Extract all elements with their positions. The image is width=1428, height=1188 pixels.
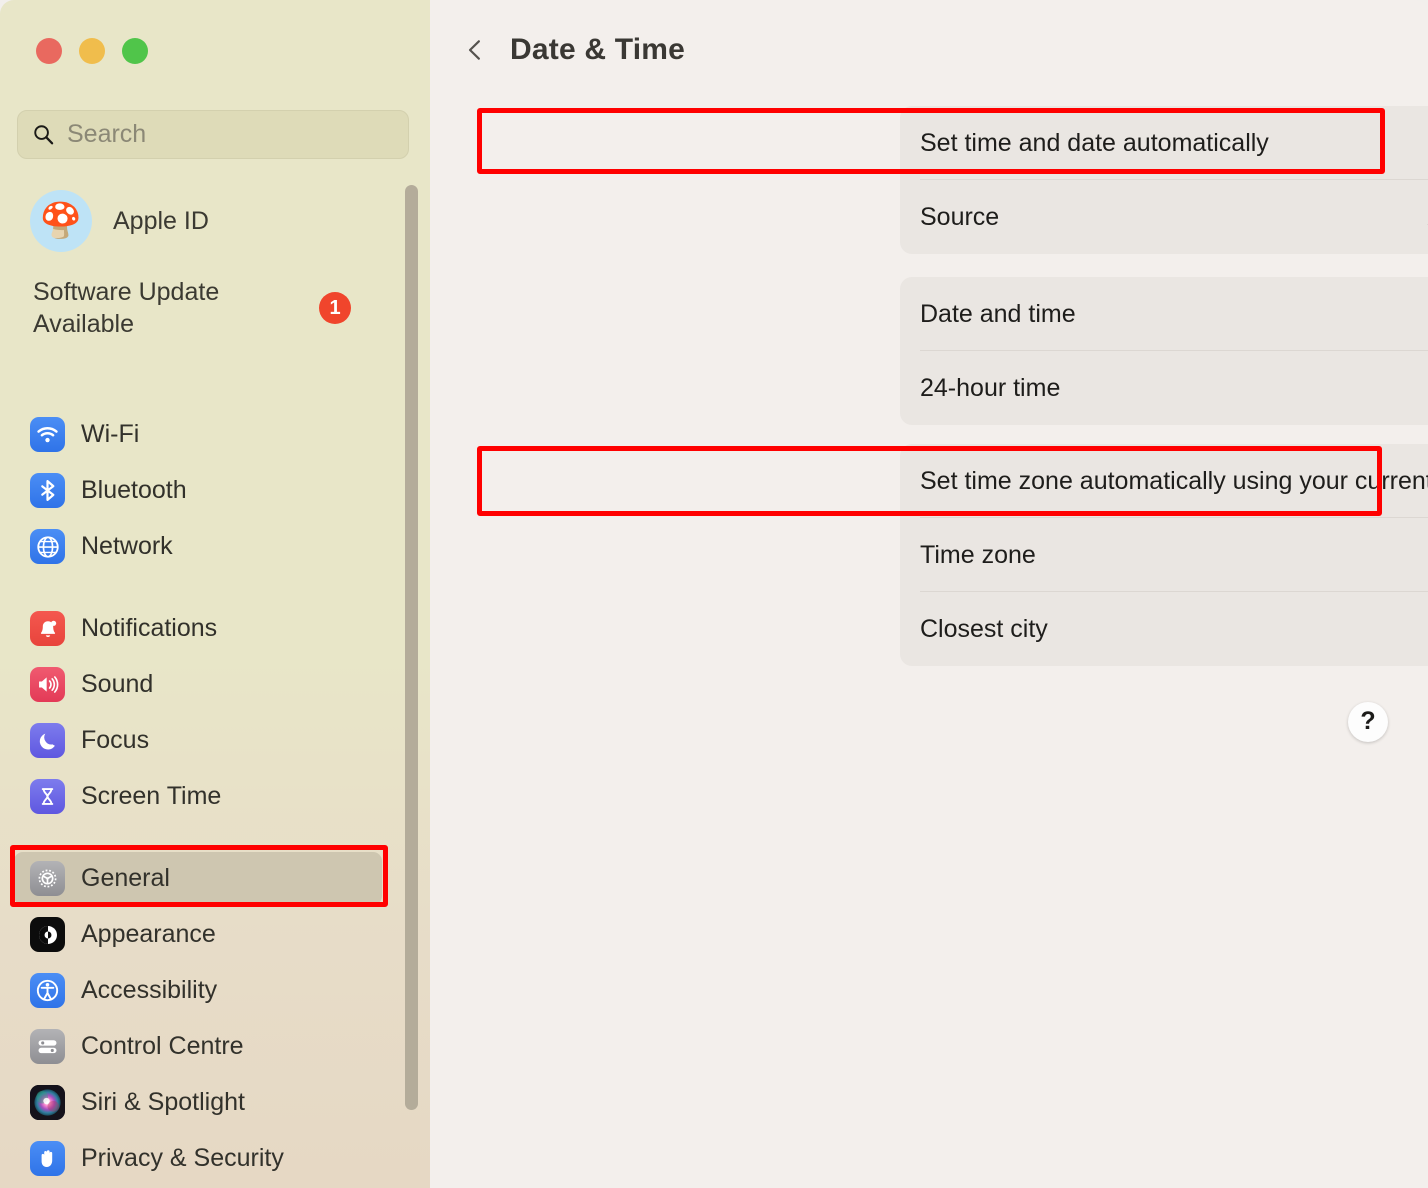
bell-icon — [30, 611, 65, 646]
search-icon — [34, 125, 54, 145]
sidebar-item-screen-time[interactable]: Screen Time — [14, 770, 382, 823]
speaker-icon — [30, 667, 65, 702]
settings-group-date-and-time: Date and time 29/05/23, 1:27:01 AM 24-ho… — [900, 277, 1428, 425]
row-set-time-zone-automatically[interactable]: Set time zone automatically using your c… — [900, 444, 1428, 518]
sidebar-item-label: Wi-Fi — [81, 420, 140, 448]
apple-id-label: Apple ID — [113, 206, 209, 235]
sidebar-item-general[interactable]: General — [14, 852, 382, 905]
sidebar-item-label: General — [81, 864, 170, 892]
sidebar-item-label: Siri & Spotlight — [81, 1088, 245, 1116]
search-field[interactable] — [17, 110, 409, 159]
moon-icon — [30, 723, 65, 758]
sidebar-item-label: Screen Time — [81, 782, 222, 810]
row-label: Closest city — [920, 614, 1048, 643]
siri-icon — [30, 1085, 65, 1120]
bluetooth-icon — [30, 473, 65, 508]
avatar: 🍄 — [30, 190, 92, 252]
row-closest-city[interactable]: Closest city New Delhi - India — [900, 592, 1428, 666]
sidebar-scroll-area: 🍄 Apple ID Software Update Available 1 W… — [0, 176, 430, 1188]
row-label: Time zone — [920, 540, 1036, 569]
row-set-time-and-date-automatically[interactable]: Set time and date automatically — [900, 106, 1428, 180]
status-badge: 1 — [319, 292, 351, 324]
sidebar-item-control-centre[interactable]: Control Centre — [14, 1020, 382, 1073]
sidebar: 🍄 Apple ID Software Update Available 1 — [0, 0, 430, 1188]
settings-group-automatic-time: Set time and date automatically Source A… — [900, 106, 1428, 254]
sidebar-item-label: Network — [81, 532, 173, 560]
row-label: Date and time — [920, 299, 1076, 328]
sidebar-item-label: Focus — [81, 726, 150, 754]
sidebar-item-focus[interactable]: Focus — [14, 714, 382, 767]
sidebar-item-accessibility[interactable]: Accessibility — [14, 964, 382, 1017]
network-globe-icon — [30, 529, 65, 564]
appearance-icon — [30, 917, 65, 952]
wifi-icon — [30, 417, 65, 452]
search-input[interactable] — [67, 120, 394, 149]
row-label: 24-hour time — [920, 373, 1061, 402]
chevron-left-icon — [468, 40, 480, 60]
sidebar-item-label: Notifications — [81, 614, 218, 642]
row-source[interactable]: Source Apple (time.apple.com.) Set... — [900, 180, 1428, 254]
sidebar-item-label: Bluetooth — [81, 476, 187, 504]
minimize-window-button[interactable] — [79, 38, 105, 64]
sidebar-item-label: Accessibility — [81, 976, 218, 1004]
sidebar-item-label: Appearance — [81, 920, 216, 948]
row-24-hour-time[interactable]: 24-hour time — [900, 351, 1428, 425]
settings-group-time-zone: Set time zone automatically using your c… — [900, 444, 1428, 666]
sidebar-item-wi-fi[interactable]: Wi-Fi — [14, 408, 382, 461]
panel-header: Date & Time — [462, 30, 685, 70]
sidebar-item-apple-id[interactable]: 🍄 Apple ID — [30, 190, 209, 252]
sidebar-item-label: Sound — [81, 670, 154, 698]
accessibility-icon — [30, 973, 65, 1008]
sidebar-item-software-update[interactable]: Software Update Available 1 — [33, 276, 373, 340]
sidebar-item-notifications[interactable]: Notifications — [14, 602, 382, 655]
hand-shield-icon — [30, 1141, 65, 1176]
sidebar-item-siri-and-spotlight[interactable]: Siri & Spotlight — [14, 1076, 382, 1129]
sidebar-scrollbar[interactable] — [405, 185, 418, 1110]
hourglass-icon — [30, 779, 65, 814]
sidebar-item-bluetooth[interactable]: Bluetooth — [14, 464, 382, 517]
sidebar-item-network[interactable]: Network — [14, 520, 382, 573]
main-content-panel: Date & Time Set time and date automatica… — [430, 0, 1428, 1188]
sidebar-item-appearance[interactable]: Appearance — [14, 908, 382, 961]
row-time-zone[interactable]: Time zone India Standard Time — [900, 518, 1428, 592]
close-window-button[interactable] — [36, 38, 62, 64]
software-update-label: Software Update Available — [33, 278, 220, 338]
row-label: Source — [920, 202, 1000, 231]
help-button[interactable]: ? — [1348, 702, 1388, 742]
sidebar-item-label: Privacy & Security — [81, 1144, 284, 1172]
sidebar-item-sound[interactable]: Sound — [14, 658, 382, 711]
sidebar-scrollbar-thumb[interactable] — [405, 185, 418, 1110]
row-label: Set time and date automatically — [920, 128, 1269, 157]
row-date-and-time[interactable]: Date and time 29/05/23, 1:27:01 AM — [900, 277, 1428, 351]
row-label: Set time zone automatically using your c… — [920, 466, 1428, 495]
sidebar-item-label: Control Centre — [81, 1032, 244, 1060]
page-title: Date & Time — [510, 33, 686, 66]
traffic-lights — [36, 38, 148, 64]
sidebar-item-privacy-and-security[interactable]: Privacy & Security — [14, 1132, 382, 1185]
gear-icon — [30, 861, 65, 896]
back-button[interactable] — [462, 30, 488, 70]
maximize-window-button[interactable] — [122, 38, 148, 64]
control-centre-icon — [30, 1029, 65, 1064]
system-settings-window: 🍄 Apple ID Software Update Available 1 — [0, 0, 1428, 1188]
